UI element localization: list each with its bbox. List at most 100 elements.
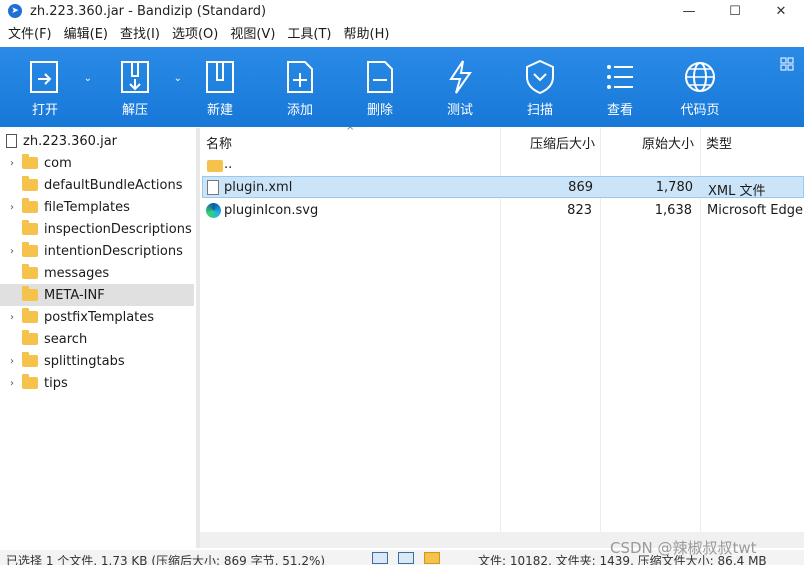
folder-icon [22,242,38,257]
menu-help[interactable]: 帮助(H) [338,24,396,46]
layout-grid-icon[interactable] [780,57,794,71]
chevron-right-icon[interactable]: › [6,312,18,323]
column-type[interactable]: 类型 [706,133,732,152]
globe-icon [685,62,715,92]
tree-item-label: tips [44,375,68,391]
tree-item-inspectiondescriptions[interactable]: inspectionDescriptions [0,218,194,240]
extract-label: 解压 [121,103,148,118]
list-view-icon [607,65,633,89]
tree-item-label: fileTemplates [44,199,130,215]
column-original-size[interactable]: 原始大小 [642,133,694,152]
delete-file-icon [367,61,393,93]
folder-icon [22,176,38,191]
original-size: 1,780 [655,180,693,195]
table-row[interactable]: pluginIcon.svg 823 1,638 Microsoft Edge [202,200,804,222]
list-header: ^ 名称 压缩后大小 原始大小 类型 [200,126,804,154]
tree-root-label: zh.223.360.jar [23,133,118,149]
tree-item-defaultbundleactions[interactable]: defaultBundleActions [0,174,194,196]
minimize-button[interactable]: — [666,0,712,22]
folder-icon [22,308,38,323]
sort-ascending-icon: ^ [346,126,355,137]
tree-item-label: messages [44,265,110,281]
tree-item-label: search [44,331,88,347]
folder-icon [22,264,38,279]
close-button[interactable]: ✕ [758,0,804,22]
tree-item-label: inspectionDescriptions [44,221,192,237]
window-title: zh.223.360.jar - Bandizip (Standard) [30,3,267,19]
watermark: CSDN @辣椒叔叔twt [610,539,757,557]
folder-icon [22,154,38,169]
tree-item-label: postfixTemplates [44,309,155,325]
tree-item-label: splittingtabs [44,353,125,369]
list-view-icon[interactable] [398,552,414,564]
folder-icon [22,374,38,389]
chevron-right-icon[interactable]: › [6,202,18,213]
menu-options[interactable]: 选项(O) [166,24,224,46]
toolbar: 打开 ⌄ 解压 ⌄ 新建 添加 删除 测试 扫描 查看 代码页 [0,47,804,127]
bandizip-window: ➤ zh.223.360.jar - Bandizip (Standard) —… [0,0,804,565]
new-button[interactable]: 新建 [180,47,260,127]
original-size: 1,638 [654,203,692,218]
tree-item-label: intentionDescriptions [44,243,183,259]
file-name: plugin.xml [224,180,293,195]
add-file-icon [287,61,313,93]
file-type: XML 文件 [708,184,766,199]
scan-label: 扫描 [526,103,553,118]
folder-view-icon[interactable] [424,552,440,564]
codepage-label: 代码页 [680,103,720,118]
tree-item-splittingtabs[interactable]: › splittingtabs [0,350,194,372]
chevron-right-icon[interactable]: › [6,246,18,257]
tree-item-messages[interactable]: messages [0,262,194,284]
folder-icon [22,198,38,213]
delete-button[interactable]: 删除 [340,47,420,127]
open-label: 打开 [31,103,58,118]
tree-item-label: com [44,155,72,171]
details-view-icon[interactable] [372,552,388,564]
tree-item-meta-inf[interactable]: META-INF [0,284,194,306]
file-name: pluginIcon.svg [224,203,319,218]
compressed-size: 869 [568,180,593,195]
menu-find[interactable]: 查找(I) [114,24,166,46]
add-button[interactable]: 添加 [260,47,340,127]
selection-status: 已选择 1 个文件, 1.73 KB (压缩后大小: 869 字节, 51.2%… [6,554,326,565]
tree-item-intentiondescriptions[interactable]: › intentionDescriptions [0,240,194,262]
view-label: 查看 [606,103,633,118]
window-controls: — ☐ ✕ [666,0,804,22]
new-archive-icon [206,61,234,93]
table-row[interactable]: plugin.xml 869 1,780 XML 文件 [202,176,804,199]
file-type: Microsoft Edge [707,203,804,218]
tree-item-postfixtemplates[interactable]: › postfixTemplates [0,306,194,328]
column-name[interactable]: 名称 [206,133,232,152]
chevron-right-icon[interactable]: › [6,356,18,367]
extract-button[interactable]: 解压 ⌄ [90,47,182,127]
folder-icon [22,286,38,301]
maximize-button[interactable]: ☐ [712,0,758,22]
tree-root[interactable]: zh.223.360.jar [0,130,194,152]
file-list: ^ 名称 压缩后大小 原始大小 类型 .. plugin.xml 869 1,7… [200,126,804,532]
menu-bar: 文件(F) 编辑(E) 查找(I) 选项(O) 视图(V) 工具(T) 帮助(H… [0,24,804,46]
delete-label: 删除 [366,103,393,118]
menu-edit[interactable]: 编辑(E) [58,24,114,46]
scan-button[interactable]: 扫描 [500,47,580,127]
view-button[interactable]: 查看 [580,47,660,127]
chevron-right-icon[interactable]: › [6,378,18,389]
menu-tools[interactable]: 工具(T) [281,24,337,46]
open-button[interactable]: 打开 ⌄ [0,47,92,127]
bandizip-app-icon: ➤ [8,4,22,18]
menu-view[interactable]: 视图(V) [224,24,281,46]
tree-item-tips[interactable]: › tips [0,372,194,394]
parent-folder-row[interactable]: .. [202,154,804,176]
open-archive-icon [30,61,58,93]
codepage-button[interactable]: 代码页 [660,47,740,127]
edge-icon [206,203,221,218]
archive-file-icon [6,134,17,148]
menu-file[interactable]: 文件(F) [2,24,58,46]
tree-item-com[interactable]: › com [0,152,194,174]
title-bar: ➤ zh.223.360.jar - Bandizip (Standard) —… [0,0,804,22]
test-button[interactable]: 测试 [420,47,500,127]
tree-item-filetemplates[interactable]: › fileTemplates [0,196,194,218]
column-compressed-size[interactable]: 压缩后大小 [530,133,595,152]
tree-item-search[interactable]: search [0,328,194,350]
folder-up-icon [207,160,223,172]
chevron-right-icon[interactable]: › [6,158,18,169]
